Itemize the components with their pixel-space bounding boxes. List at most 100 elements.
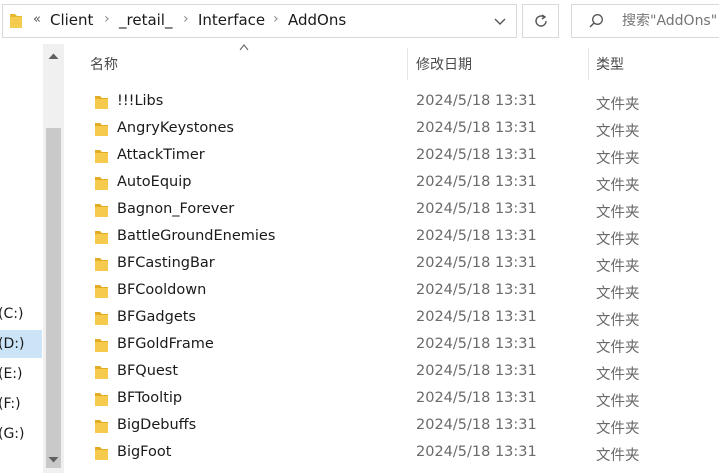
file-name: BFCastingBar bbox=[117, 255, 215, 271]
column-header-type[interactable]: 类型 bbox=[596, 54, 624, 74]
file-date: 2024/5/18 13:31 bbox=[416, 363, 537, 379]
file-name: BFCooldown bbox=[117, 282, 207, 298]
file-type: 文件夹 bbox=[596, 421, 640, 437]
file-row[interactable]: AttackTimer 2024/5/18 13:31 文件夹 bbox=[80, 143, 719, 170]
file-row[interactable]: AngryKeystones 2024/5/18 13:31 文件夹 bbox=[80, 116, 719, 143]
file-date: 2024/5/18 13:31 bbox=[416, 282, 537, 298]
file-type: 文件夹 bbox=[596, 313, 640, 329]
column-divider[interactable] bbox=[588, 48, 589, 80]
folder-icon bbox=[95, 123, 108, 136]
address-bar[interactable]: « Client › _retail_ › Interface › AddOns bbox=[2, 4, 517, 38]
folder-icon bbox=[95, 150, 108, 163]
file-name: !!!Libs bbox=[117, 93, 164, 109]
file-name: BFGoldFrame bbox=[117, 336, 214, 352]
file-name: AutoEquip bbox=[117, 174, 192, 190]
file-row[interactable]: BFTooltip 2024/5/18 13:31 文件夹 bbox=[80, 386, 719, 413]
file-row[interactable]: BigDebuffs 2024/5/18 13:31 文件夹 bbox=[80, 413, 719, 440]
file-date: 2024/5/18 13:31 bbox=[416, 120, 537, 136]
folder-icon bbox=[95, 231, 108, 244]
folder-icon bbox=[95, 420, 108, 433]
file-date: 2024/5/18 13:31 bbox=[416, 390, 537, 406]
file-date: 2024/5/18 13:31 bbox=[416, 444, 537, 460]
drive-label: (E:) bbox=[0, 366, 23, 382]
file-name: BattleGroundEnemies bbox=[117, 228, 276, 244]
file-row[interactable]: BFCooldown 2024/5/18 13:31 文件夹 bbox=[80, 278, 719, 305]
folder-icon bbox=[95, 447, 108, 460]
refresh-button[interactable] bbox=[522, 4, 559, 38]
file-date: 2024/5/18 13:31 bbox=[416, 336, 537, 352]
folder-icon bbox=[10, 14, 22, 28]
folder-icon bbox=[95, 312, 108, 325]
file-name: AttackTimer bbox=[117, 147, 205, 163]
search-box[interactable] bbox=[571, 4, 719, 38]
file-date: 2024/5/18 13:31 bbox=[416, 417, 537, 433]
file-row[interactable]: BFQuest 2024/5/18 13:31 文件夹 bbox=[80, 359, 719, 386]
drive-label: (G:) bbox=[0, 426, 25, 442]
breadcrumb-overflow[interactable]: « bbox=[33, 12, 41, 27]
folder-icon bbox=[95, 258, 108, 271]
folder-icon bbox=[95, 339, 108, 352]
file-type: 文件夹 bbox=[596, 151, 640, 167]
file-name: AngryKeystones bbox=[117, 120, 234, 136]
file-type: 文件夹 bbox=[596, 205, 640, 221]
nav-drive-e[interactable]: (E:) bbox=[0, 360, 42, 388]
folder-icon bbox=[95, 366, 108, 379]
file-date: 2024/5/18 13:31 bbox=[416, 147, 537, 163]
column-header-date[interactable]: 修改日期 bbox=[416, 54, 472, 74]
file-type: 文件夹 bbox=[596, 124, 640, 140]
file-row[interactable]: BFCastingBar 2024/5/18 13:31 文件夹 bbox=[80, 251, 719, 278]
chevron-right-icon[interactable]: › bbox=[104, 11, 110, 27]
file-name: Bagnon_Forever bbox=[117, 201, 235, 217]
file-row[interactable]: AutoEquip 2024/5/18 13:31 文件夹 bbox=[80, 170, 719, 197]
file-type: 文件夹 bbox=[596, 259, 640, 275]
file-row[interactable]: BFGoldFrame 2024/5/18 13:31 文件夹 bbox=[80, 332, 719, 359]
file-name: BFGadgets bbox=[117, 309, 196, 325]
sort-ascending-icon bbox=[239, 44, 249, 51]
file-date: 2024/5/18 13:31 bbox=[416, 201, 537, 217]
file-type: 文件夹 bbox=[596, 367, 640, 383]
file-row[interactable]: Bagnon_Forever 2024/5/18 13:31 文件夹 bbox=[80, 197, 719, 224]
file-row[interactable]: !!!Libs 2024/5/18 13:31 文件夹 bbox=[80, 89, 719, 116]
file-type: 文件夹 bbox=[596, 97, 640, 113]
scroll-down-arrow-icon[interactable] bbox=[48, 456, 59, 464]
file-date: 2024/5/18 13:31 bbox=[416, 255, 537, 271]
file-name: BigFoot bbox=[117, 444, 172, 460]
file-row[interactable]: BFGadgets 2024/5/18 13:31 文件夹 bbox=[80, 305, 719, 332]
file-row[interactable]: BigFoot 2024/5/18 13:31 文件夹 bbox=[80, 440, 719, 467]
folder-icon bbox=[95, 177, 108, 190]
drive-label: (F:) bbox=[0, 396, 21, 412]
chevron-right-icon[interactable]: › bbox=[183, 11, 189, 27]
file-type: 文件夹 bbox=[596, 448, 640, 464]
scroll-up-arrow-icon[interactable] bbox=[48, 52, 59, 60]
folder-icon bbox=[95, 204, 108, 217]
scrollbar-thumb[interactable] bbox=[46, 128, 61, 468]
file-name: BFTooltip bbox=[117, 390, 183, 406]
column-header-name[interactable]: 名称 bbox=[90, 54, 118, 74]
file-type: 文件夹 bbox=[596, 394, 640, 410]
chevron-right-icon[interactable]: › bbox=[273, 11, 279, 27]
chevron-down-icon[interactable] bbox=[493, 14, 507, 28]
breadcrumb-interface[interactable]: Interface bbox=[198, 11, 265, 29]
breadcrumb-retail[interactable]: _retail_ bbox=[119, 11, 172, 29]
search-icon bbox=[589, 14, 603, 28]
file-date: 2024/5/18 13:31 bbox=[416, 93, 537, 109]
file-type: 文件夹 bbox=[596, 232, 640, 248]
file-name: BigDebuffs bbox=[117, 417, 197, 433]
breadcrumb-addons[interactable]: AddOns bbox=[288, 11, 346, 29]
file-date: 2024/5/18 13:31 bbox=[416, 174, 537, 190]
nav-scrollbar[interactable] bbox=[43, 44, 64, 473]
breadcrumb-client[interactable]: Client bbox=[50, 11, 93, 29]
search-input[interactable] bbox=[622, 13, 719, 29]
file-row[interactable]: BattleGroundEnemies 2024/5/18 13:31 文件夹 bbox=[80, 224, 719, 251]
navigation-pane: (C:) (D:) (E:) (F:) (G:) bbox=[0, 44, 68, 473]
folder-icon bbox=[95, 285, 108, 298]
nav-drive-d[interactable]: (D:) bbox=[0, 330, 42, 358]
folder-icon bbox=[95, 96, 108, 109]
drive-label: (D:) bbox=[0, 336, 25, 352]
nav-drive-f[interactable]: (F:) bbox=[0, 390, 42, 418]
column-divider[interactable] bbox=[407, 48, 408, 80]
file-type: 文件夹 bbox=[596, 286, 640, 302]
nav-drive-c[interactable]: (C:) bbox=[0, 300, 42, 328]
file-list: !!!Libs 2024/5/18 13:31 文件夹 AngryKeystones 2… bbox=[80, 89, 719, 467]
nav-drive-g[interactable]: (G:) bbox=[0, 420, 42, 448]
